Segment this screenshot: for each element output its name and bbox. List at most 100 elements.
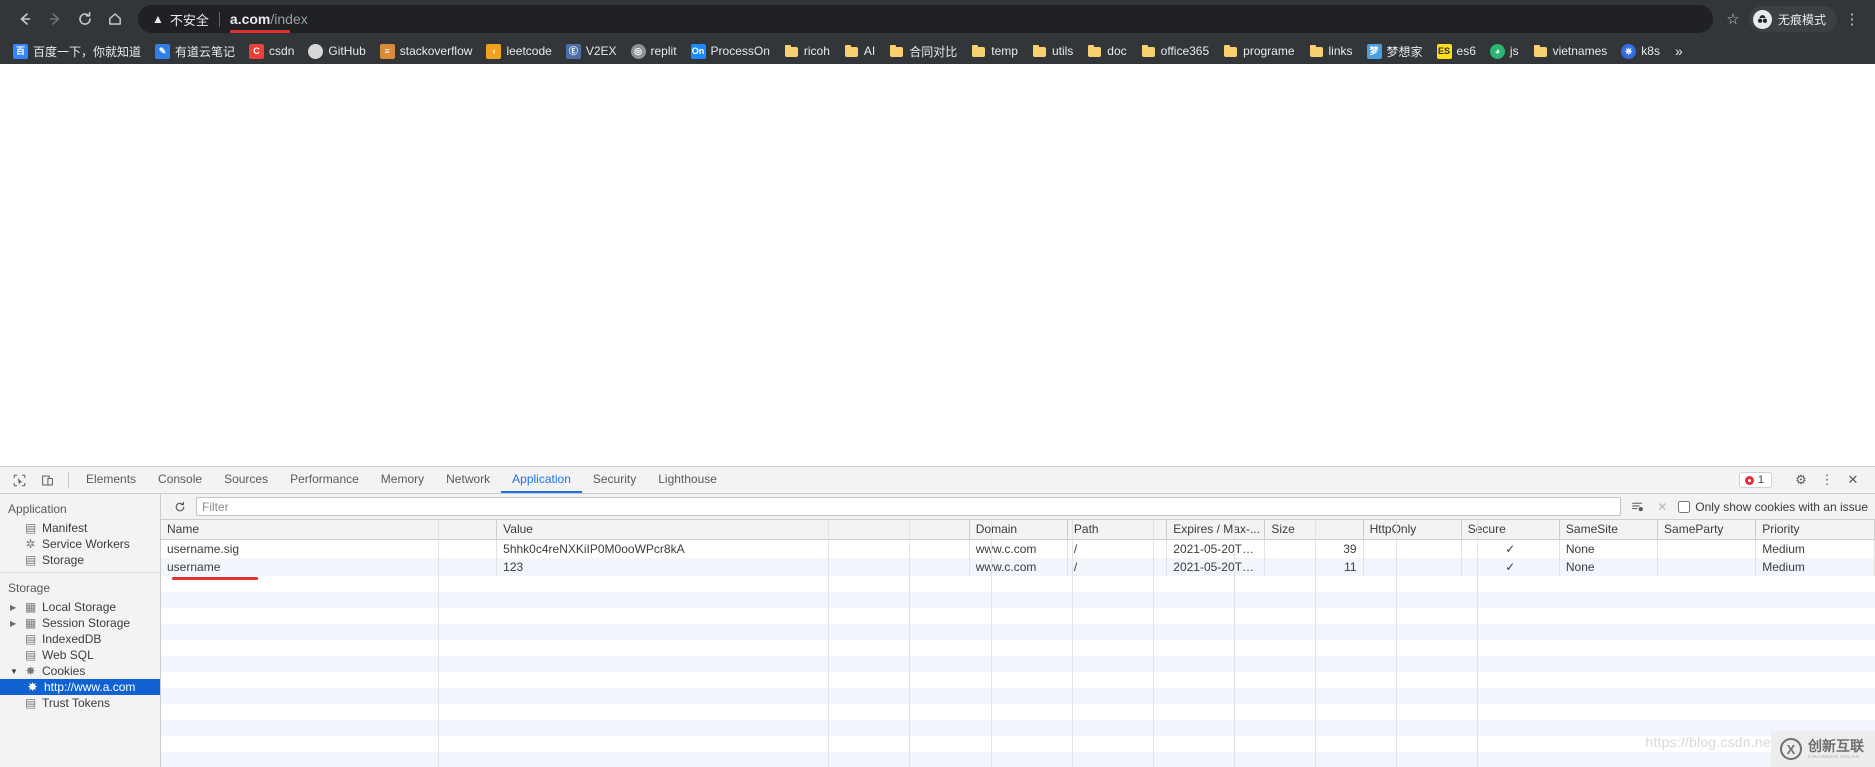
tab-performance[interactable]: Performance <box>279 467 370 493</box>
leetcode-icon: ‹ <box>486 44 501 59</box>
bookmark-star-icon[interactable]: ☆ <box>1719 10 1747 28</box>
sidebar-item-http-www-a-com[interactable]: ✸http://www.a.com <box>0 679 160 695</box>
tab-network[interactable]: Network <box>435 467 501 493</box>
column-header[interactable]: SameSite <box>1559 520 1657 539</box>
bookmark-item[interactable]: vietnames <box>1526 42 1615 61</box>
table-row[interactable]: username.sig5hhk0c4reNXKiIP0M0ooWPcr8kAw… <box>161 539 1875 558</box>
sidebar-item-storage[interactable]: ▤Storage <box>0 552 160 568</box>
omnibox-separator <box>219 12 220 27</box>
column-header[interactable]: Domain <box>969 520 1067 539</box>
bookmark-item[interactable]: GitHub <box>301 42 372 61</box>
sidebar-item-local-storage[interactable]: ▶▦Local Storage <box>0 599 160 615</box>
tab-application[interactable]: Application <box>501 467 582 493</box>
sidebar-item-cookies[interactable]: ▼✸Cookies <box>0 663 160 679</box>
bookmark-item[interactable]: Ccsdn <box>242 42 301 61</box>
chevron-right-icon[interactable]: ▶ <box>10 603 19 612</box>
error-count-badge[interactable]: 1 <box>1739 472 1772 488</box>
bookmark-item[interactable]: 合同对比 <box>882 41 964 62</box>
more-options-icon[interactable]: ⋮ <box>1815 470 1839 490</box>
column-header[interactable]: Size <box>1265 520 1363 539</box>
bookmark-label: ricoh <box>804 44 830 58</box>
bookmark-item[interactable]: office365 <box>1134 42 1217 61</box>
bookmark-item[interactable]: temp <box>964 42 1025 61</box>
bookmark-item[interactable]: OnProcessOn <box>684 42 777 61</box>
sidebar-item-label: Storage <box>42 553 84 567</box>
column-header[interactable]: HttpOnly <box>1363 520 1461 539</box>
bookmark-item[interactable]: AI <box>837 42 882 61</box>
reload-button[interactable] <box>70 4 100 34</box>
column-header[interactable]: Priority <box>1756 520 1875 539</box>
device-toolbar-icon[interactable] <box>36 470 58 490</box>
js-icon: ◕ <box>1490 44 1505 59</box>
bookmarks-overflow-icon[interactable]: » <box>1667 43 1691 59</box>
bookmark-label: AI <box>864 44 875 58</box>
tab-elements[interactable]: Elements <box>75 467 147 493</box>
sidebar-item-web-sql[interactable]: ▤Web SQL <box>0 647 160 663</box>
address-bar[interactable]: ▲ 不安全 a.com/index <box>138 5 1713 33</box>
address-bar-url[interactable]: a.com/index <box>230 11 308 27</box>
clear-filter-icon[interactable] <box>1628 498 1646 516</box>
security-warning[interactable]: ▲ 不安全 <box>152 10 209 29</box>
cookies-table: NameValueDomainPathExpires / Max-...Size… <box>161 520 1875 576</box>
sidebar-item-label: Web SQL <box>42 648 94 662</box>
bookmark-item[interactable]: ◎replit <box>624 42 684 61</box>
devtools-tabbar: ElementsConsoleSourcesPerformanceMemoryN… <box>0 467 1875 494</box>
home-button[interactable] <box>100 4 130 34</box>
empty-row <box>161 608 1875 624</box>
bookmark-item[interactable]: ⎈k8s <box>1614 42 1667 61</box>
tab-lighthouse[interactable]: Lighthouse <box>647 467 728 493</box>
inspect-element-icon[interactable] <box>8 470 30 490</box>
devtools-tool-icons <box>0 467 62 493</box>
sidebar-item-service-workers[interactable]: ✲Service Workers <box>0 536 160 552</box>
sidebar-item-manifest[interactable]: ▤Manifest <box>0 520 160 536</box>
bookmark-item[interactable]: ◕js <box>1483 42 1526 61</box>
tab-sources[interactable]: Sources <box>213 467 279 493</box>
gear-icon[interactable]: ⚙ <box>1789 470 1813 490</box>
bookmark-item[interactable]: 梦梦想家 <box>1360 41 1430 62</box>
tab-memory[interactable]: Memory <box>370 467 435 493</box>
cell-samesite: None <box>1559 539 1657 558</box>
bookmark-item[interactable]: ricoh <box>777 42 837 61</box>
url-host: a.com <box>230 11 270 27</box>
only-issues-checkbox[interactable] <box>1678 501 1690 513</box>
refresh-icon[interactable] <box>171 498 189 516</box>
bookmark-item[interactable]: 百百度一下，你就知道 <box>6 41 148 62</box>
tab-console[interactable]: Console <box>147 467 213 493</box>
browser-toolbar: ▲ 不安全 a.com/index ☆ 无痕模式 ⋮ <box>0 0 1875 38</box>
clear-all-cookies-icon[interactable]: ✕ <box>1653 498 1671 516</box>
bookmark-item[interactable]: utils <box>1025 42 1080 61</box>
bookmark-item[interactable]: links <box>1302 42 1360 61</box>
cookies-table-wrapper[interactable]: NameValueDomainPathExpires / Max-...Size… <box>161 520 1875 767</box>
domain-annotation-underline <box>172 577 258 580</box>
bookmark-item[interactable]: programe <box>1216 42 1301 61</box>
sidebar-item-session-storage[interactable]: ▶▦Session Storage <box>0 615 160 631</box>
bookmark-item[interactable]: ✎有道云笔记 <box>148 41 242 62</box>
bookmark-item[interactable]: ESes6 <box>1430 42 1483 61</box>
back-button[interactable] <box>10 4 40 34</box>
column-header[interactable]: Secure <box>1461 520 1559 539</box>
column-header[interactable]: Name <box>161 520 497 539</box>
only-issues-checkbox-group[interactable]: Only show cookies with an issue <box>1678 500 1868 514</box>
close-icon[interactable]: ✕ <box>1841 470 1865 490</box>
filter-input[interactable] <box>196 497 1621 516</box>
bookmark-item[interactable]: ‹leetcode <box>479 42 558 61</box>
tab-security[interactable]: Security <box>582 467 647 493</box>
table-row[interactable]: username123www.c.com/2021-05-20T0...11✓N… <box>161 558 1875 576</box>
column-header[interactable]: Path <box>1067 520 1166 539</box>
bookmark-item[interactable]: ≡stackoverflow <box>373 42 480 61</box>
browser-menu-icon[interactable]: ⋮ <box>1839 10 1865 28</box>
column-header[interactable]: Value <box>497 520 970 539</box>
forward-button[interactable] <box>40 4 70 34</box>
bookmark-item[interactable]: ⒺV2EX <box>559 42 624 61</box>
column-header[interactable]: SameParty <box>1658 520 1756 539</box>
chevron-right-icon[interactable]: ▶ <box>10 619 19 628</box>
sidebar-item-indexeddb[interactable]: ▤IndexedDB <box>0 631 160 647</box>
sidebar-item-label: Local Storage <box>42 600 116 614</box>
incognito-indicator[interactable]: 无痕模式 <box>1749 6 1837 32</box>
table-header-row: NameValueDomainPathExpires / Max-...Size… <box>161 520 1875 539</box>
bookmark-item[interactable]: doc <box>1080 42 1133 61</box>
column-header[interactable]: Expires / Max-... <box>1167 520 1265 539</box>
chevron-down-icon[interactable]: ▼ <box>10 667 19 676</box>
bookmark-label: vietnames <box>1553 44 1608 58</box>
sidebar-item-trust-tokens[interactable]: ▤Trust Tokens <box>0 695 160 711</box>
